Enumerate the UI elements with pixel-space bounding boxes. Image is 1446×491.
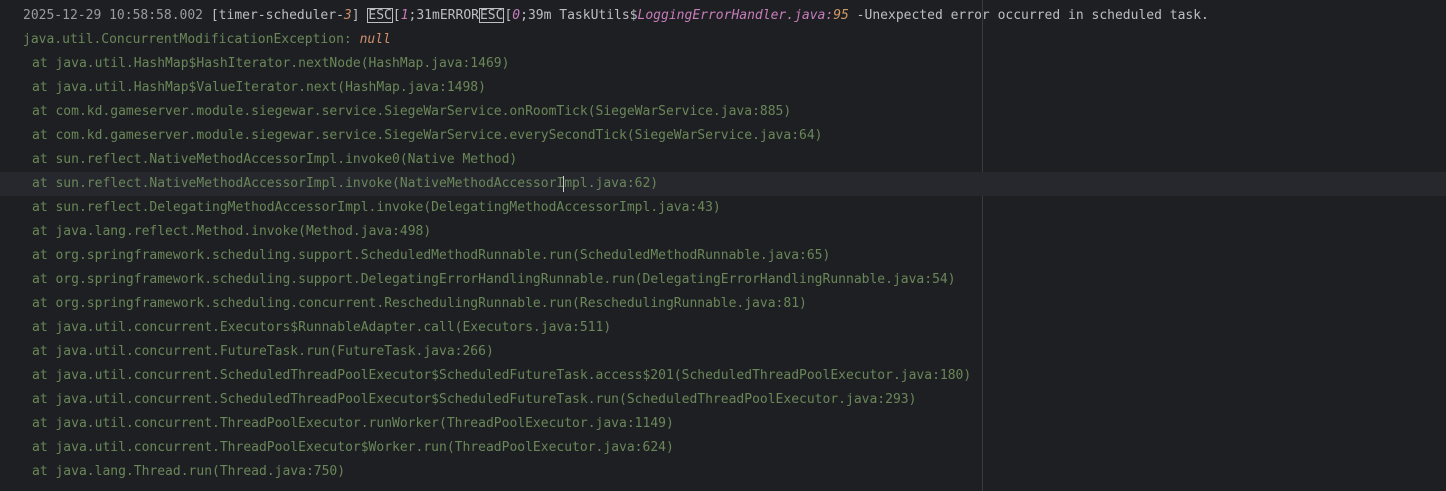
stack-frame-method: java.lang.Thread.run — [55, 464, 213, 479]
stack-frame-method: java.util.concurrent.Executors$RunnableA… — [55, 320, 455, 335]
stack-frame-prefix: at — [32, 224, 56, 239]
log-message: -Unexpected error occurred in scheduled … — [848, 8, 1209, 23]
ansi-seq-reset: ;39m TaskUtils$ — [520, 8, 638, 23]
ansi-seq-error: ;31mERROR — [408, 8, 479, 23]
stack-frame-location-link[interactable]: (DelegatingErrorHandlingRunnable.java:54… — [635, 272, 956, 287]
stack-frame-prefix: at — [32, 152, 56, 167]
stack-frame-line[interactable]: at java.util.concurrent.ThreadPoolExecut… — [0, 412, 1446, 436]
stack-frame-line[interactable]: at java.util.concurrent.Executors$Runnab… — [0, 316, 1446, 340]
stack-frame-method: org.springframework.scheduling.support.S… — [55, 248, 573, 263]
stack-frame-method: org.springframework.scheduling.concurren… — [55, 296, 573, 311]
stack-frame-prefix: at — [32, 248, 56, 263]
stack-frame-prefix: at — [32, 416, 56, 431]
stack-frame-location-link[interactable]: (ThreadPoolExecutor.java:624) — [447, 440, 674, 455]
stack-frame-location-link[interactable]: (ReschedulingRunnable.java:81) — [572, 296, 807, 311]
stack-frame-location-link[interactable]: (HashMap.java:1469) — [361, 56, 510, 71]
stack-frame-line[interactable]: at sun.reflect.NativeMethodAccessorImpl.… — [0, 172, 1446, 196]
stack-frame-prefix: at — [32, 104, 56, 119]
stack-frame-location-link[interactable]: (DelegatingMethodAccessorImpl.java:43) — [423, 200, 720, 215]
stack-frame-location-link[interactable]: (SiegeWarService.java:885) — [588, 104, 792, 119]
stack-frame-prefix: at — [32, 176, 56, 191]
stack-frame-line[interactable]: at sun.reflect.NativeMethodAccessorImpl.… — [0, 148, 1446, 172]
exception-class[interactable]: java.util.ConcurrentModificationExceptio… — [23, 32, 344, 47]
stack-frame-location-link[interactable]: (Method.java:498) — [298, 224, 431, 239]
stack-frame-method: com.kd.gameserver.module.siegewar.servic… — [55, 104, 588, 119]
exception-sep: : — [343, 32, 360, 47]
stack-frame-prefix: at — [32, 320, 56, 335]
stack-frame-method: java.util.HashMap$ValueIterator.next — [55, 80, 338, 95]
stack-frame-line[interactable]: at java.util.concurrent.ScheduledThreadP… — [0, 388, 1446, 412]
stack-frame-prefix: at — [32, 440, 56, 455]
stack-frame-method: com.kd.gameserver.module.siegewar.servic… — [55, 128, 627, 143]
log-timestamp: 2025-12-29 10:58:58.002 — [23, 8, 204, 23]
stack-frame-prefix: at — [32, 344, 56, 359]
stack-frame-line[interactable]: at java.util.concurrent.ScheduledThreadP… — [0, 364, 1446, 388]
stack-frame-location-link[interactable]: (FutureTask.java:266) — [329, 344, 493, 359]
stack-frame-prefix: at — [32, 128, 56, 143]
stack-frame-line[interactable]: at com.kd.gameserver.module.siegewar.ser… — [0, 100, 1446, 124]
stack-frame-line[interactable]: at java.util.HashMap$ValueIterator.next(… — [0, 76, 1446, 100]
escape-char-box: ESC — [478, 8, 505, 23]
ansi-seq-number: 1 — [400, 8, 409, 23]
stack-frame-prefix: at — [32, 296, 56, 311]
escape-char-box: ESC — [367, 8, 393, 23]
stack-frame-location-link[interactable]: (NativeMethodAccessorImpl.java:62) — [392, 175, 658, 192]
stack-frame-line[interactable]: at java.lang.Thread.run(Thread.java:750) — [0, 460, 1446, 484]
stack-frame-line[interactable]: at sun.reflect.DelegatingMethodAccessorI… — [0, 196, 1446, 220]
stack-frame-line[interactable]: at java.util.HashMap$HashIterator.nextNo… — [0, 52, 1446, 76]
stack-frame-prefix: at — [32, 272, 56, 287]
log-error-line[interactable]: 2025-12-29 10:58:58.002 [timer-scheduler… — [0, 4, 1446, 28]
stack-frame-location-link[interactable]: (HashMap.java:1498) — [337, 80, 486, 95]
stack-frame-prefix: at — [32, 368, 56, 383]
run-console-output[interactable]: 2025-12-29 10:58:58.002 [timer-scheduler… — [0, 0, 1446, 491]
ansi-seq-number: 0 — [512, 8, 521, 23]
stack-frame-method: java.lang.reflect.Method.invoke — [55, 224, 299, 239]
stack-frame-method: java.util.concurrent.ScheduledThreadPool… — [55, 392, 620, 407]
stack-frame-line[interactable]: at org.springframework.scheduling.suppor… — [0, 244, 1446, 268]
stack-frame-location-link[interactable]: (Thread.java:750) — [212, 464, 345, 479]
stack-frame-line[interactable]: at java.util.concurrent.FutureTask.run(F… — [0, 340, 1446, 364]
stack-frame-method: java.util.concurrent.ThreadPoolExecutor.… — [55, 416, 439, 431]
stack-frame-method: java.util.concurrent.ScheduledThreadPool… — [55, 368, 674, 383]
handler-line-number[interactable]: 95 — [833, 8, 849, 23]
stack-frame-method: org.springframework.scheduling.support.D… — [55, 272, 635, 287]
stack-frame-method: sun.reflect.NativeMethodAccessorImpl.inv… — [55, 176, 393, 191]
exception-message: null — [359, 32, 391, 47]
log-thread-prefix: [timer-scheduler- — [210, 8, 344, 23]
stack-frame-line[interactable]: at org.springframework.scheduling.suppor… — [0, 268, 1446, 292]
stack-frame-method: java.util.concurrent.ThreadPoolExecutor$… — [55, 440, 447, 455]
ansi-seq-open: [ — [392, 8, 401, 23]
next-log-line-clipped — [0, 486, 1446, 491]
stack-frame-location-link[interactable]: (SiegeWarService.java:64) — [627, 128, 823, 143]
stack-frame-line[interactable]: at java.lang.reflect.Method.invoke(Metho… — [0, 220, 1446, 244]
log-thread-suffix: ] — [351, 8, 360, 23]
stack-frame-location-link[interactable]: (ScheduledThreadPoolExecutor.java:180) — [674, 368, 971, 383]
stack-frame-prefix: at — [32, 200, 56, 215]
stack-frame-line[interactable]: at java.util.concurrent.ThreadPoolExecut… — [0, 436, 1446, 460]
stack-frame-method: sun.reflect.NativeMethodAccessorImpl.inv… — [55, 152, 400, 167]
stack-frame-prefix: at — [32, 56, 56, 71]
stack-frame-location-link[interactable]: (ScheduledMethodRunnable.java:65) — [572, 248, 830, 263]
stack-frame-location-link[interactable]: (Native Method) — [400, 152, 517, 167]
stack-frame-location-link[interactable]: (ThreadPoolExecutor.java:1149) — [439, 416, 674, 431]
stack-frame-location-link[interactable]: (Executors.java:511) — [455, 320, 612, 335]
stack-frame-line[interactable]: at com.kd.gameserver.module.siegewar.ser… — [0, 124, 1446, 148]
exception-line[interactable]: java.util.ConcurrentModificationExceptio… — [0, 28, 1446, 52]
stack-frame-method: java.util.concurrent.FutureTask.run — [55, 344, 330, 359]
stack-frame-method: java.util.HashMap$HashIterator.nextNode — [55, 56, 361, 71]
log-thread-number: 3 — [343, 8, 352, 23]
stack-frame-prefix: at — [32, 392, 56, 407]
handler-file-link[interactable]: LoggingErrorHandler.java — [638, 8, 826, 23]
stack-frame-prefix: at — [32, 80, 56, 95]
stack-frame-prefix: at — [32, 464, 56, 479]
stack-frame-line[interactable]: at org.springframework.scheduling.concur… — [0, 292, 1446, 316]
stack-frame-location-link[interactable]: (ScheduledThreadPoolExecutor.java:293) — [619, 392, 916, 407]
stack-frame-method: sun.reflect.DelegatingMethodAccessorImpl… — [55, 200, 424, 215]
